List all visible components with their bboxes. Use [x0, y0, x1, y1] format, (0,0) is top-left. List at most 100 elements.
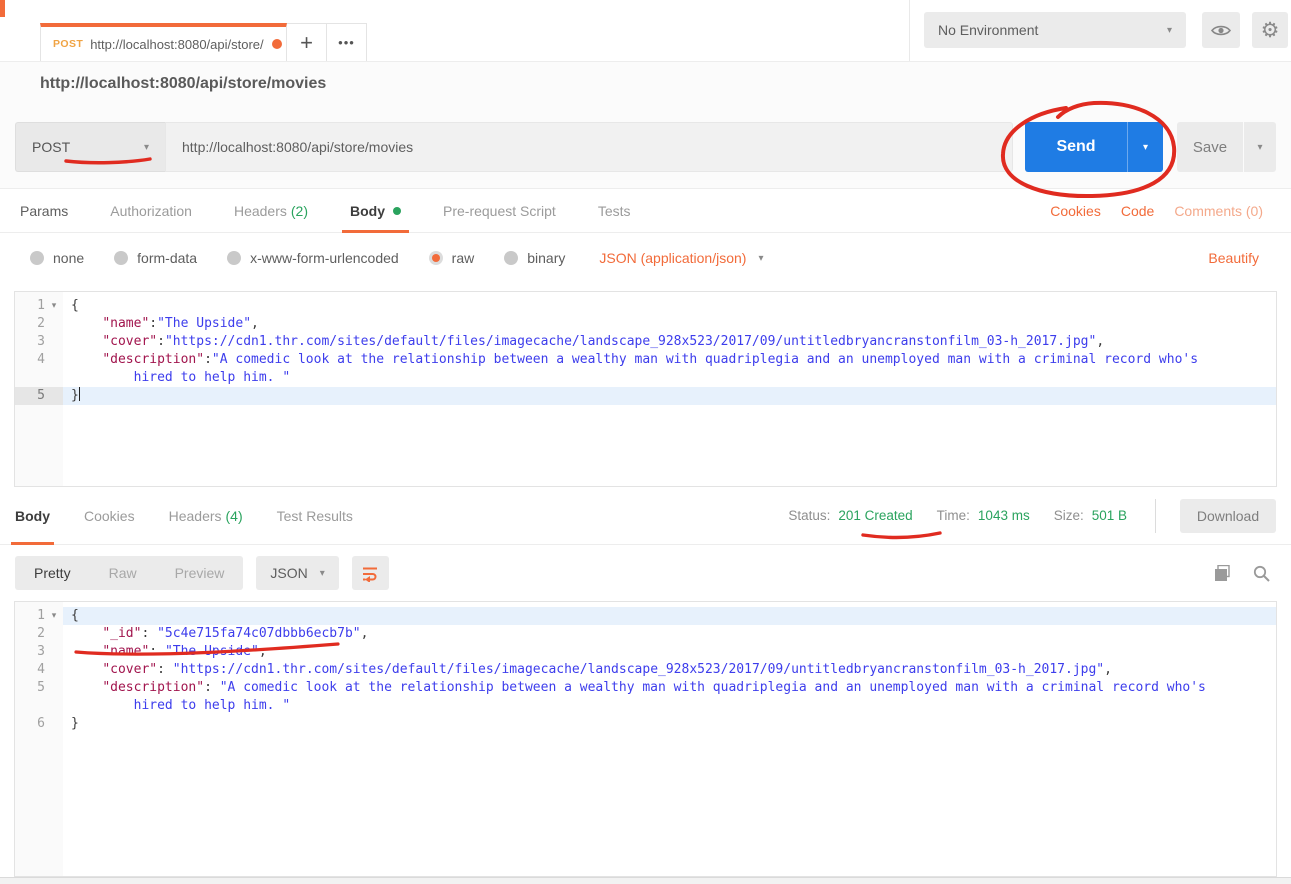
mode-x-www-form-urlencoded[interactable]: x-www-form-urlencoded [227, 250, 399, 266]
response-tab-body[interactable]: Body [15, 487, 50, 545]
mode-binary[interactable]: binary [504, 250, 565, 266]
eye-icon [1211, 24, 1231, 37]
body-mode-row: none form-data x-www-form-urlencoded raw… [0, 233, 1291, 283]
radio-selected-icon [429, 251, 443, 265]
body-indicator-dot [393, 207, 401, 215]
line-number-gutter: 4 [15, 661, 63, 679]
response-toolbar: Pretty Raw Preview JSON ▾ [0, 545, 1291, 601]
tab-url-label: http://localhost:8080/api/store/ [90, 37, 263, 52]
url-input[interactable] [165, 122, 1013, 172]
chevron-down-icon: ▾ [144, 142, 149, 153]
chevron-down-icon: ▾ [758, 253, 763, 264]
size-label: Size: [1054, 508, 1084, 523]
request-title: http://localhost:8080/api/store/movies [0, 62, 1291, 105]
request-tabs-row: Params Authorization Headers (2) Body Pr… [0, 189, 1291, 233]
code-line[interactable]: 3 "cover":"https://cdn1.thr.com/sites/de… [15, 333, 1276, 351]
code-line[interactable]: 2 "name":"The Upside", [15, 315, 1276, 333]
environment-quicklook-button[interactable] [1202, 12, 1240, 48]
environment-area: No Environment ▾ ⚙ [909, 0, 1291, 61]
chevron-down-icon: ▾ [1143, 142, 1148, 153]
tab-headers[interactable]: Headers (2) [234, 189, 308, 233]
content-type-select[interactable]: JSON (application/json) ▾ [599, 250, 763, 266]
request-tabstrip: POST http://localhost:8080/api/store/ + … [40, 23, 367, 61]
view-preview[interactable]: Preview [156, 556, 244, 590]
fold-caret-icon[interactable]: ▾ [45, 297, 63, 315]
url-builder-row: POST ▾ Send ▾ Save ▾ [0, 105, 1291, 189]
code-line[interactable]: 6} [15, 715, 1276, 733]
status-label: Status: [788, 508, 830, 523]
line-number-gutter: 2 [15, 315, 63, 333]
comments-link[interactable]: Comments (0) [1174, 203, 1263, 219]
download-button[interactable]: Download [1180, 499, 1276, 533]
code-link[interactable]: Code [1121, 203, 1154, 219]
open-request-tab[interactable]: POST http://localhost:8080/api/store/ [40, 23, 287, 61]
environment-selector[interactable]: No Environment ▾ [924, 12, 1186, 48]
beautify-link[interactable]: Beautify [1208, 250, 1259, 266]
response-tab-test-results[interactable]: Test Results [277, 487, 353, 545]
tab-pre-request-script[interactable]: Pre-request Script [443, 189, 556, 233]
response-headers-count-badge: (4) [226, 508, 243, 524]
line-number-gutter: 2 [15, 625, 63, 643]
mode-raw[interactable]: raw [429, 250, 475, 266]
cookies-link[interactable]: Cookies [1050, 203, 1101, 219]
environment-selector-label: No Environment [938, 22, 1038, 38]
method-select[interactable]: POST ▾ [15, 122, 165, 172]
code-line[interactable]: hired to help him. " [15, 697, 1276, 715]
mode-form-data[interactable]: form-data [114, 250, 197, 266]
search-icon [1253, 565, 1270, 582]
radio-icon [30, 251, 44, 265]
postman-window: POST http://localhost:8080/api/store/ + … [0, 0, 1291, 884]
line-number-gutter [15, 697, 63, 715]
sidebar-accent-sliver [0, 0, 5, 17]
tab-tests[interactable]: Tests [598, 189, 631, 233]
search-button[interactable] [1253, 565, 1270, 582]
time-label: Time: [937, 508, 970, 523]
divider [1155, 499, 1156, 533]
response-tab-headers[interactable]: Headers (4) [169, 487, 243, 545]
code-line[interactable]: 5 "description": "A comedic look at the … [15, 679, 1276, 697]
more-tabs-button[interactable]: ••• [327, 23, 367, 61]
copy-button[interactable] [1214, 565, 1231, 582]
line-number-gutter [15, 369, 63, 387]
line-number-gutter: 3 [15, 333, 63, 351]
response-body-editor[interactable]: 1▾{2 "_id": "5c4e715fa74c07dbbb6ecb7b",3… [14, 601, 1277, 877]
code-line[interactable]: hired to help him. " [15, 369, 1276, 387]
response-format-select[interactable]: JSON ▾ [256, 556, 338, 590]
response-actions [1214, 565, 1276, 582]
code-line[interactable]: 3 "name": "The Upside", [15, 643, 1276, 661]
settings-button[interactable]: ⚙ [1252, 12, 1288, 48]
code-line[interactable]: 1▾{ [15, 607, 1276, 625]
line-number-gutter: 5 [15, 679, 63, 697]
tab-body[interactable]: Body [350, 189, 401, 233]
code-line[interactable]: 4 "description":"A comedic look at the r… [15, 351, 1276, 369]
line-number-gutter: 3 [15, 643, 63, 661]
bottom-strip [0, 877, 1291, 884]
view-raw[interactable]: Raw [90, 556, 156, 590]
response-tab-cookies[interactable]: Cookies [84, 487, 135, 545]
line-number-gutter: 1▾ [15, 297, 63, 315]
save-button[interactable]: Save [1177, 122, 1243, 172]
gear-icon: ⚙ [1261, 20, 1280, 41]
code-line[interactable]: 1▾{ [15, 297, 1276, 315]
wrap-text-button[interactable] [352, 556, 389, 590]
code-line[interactable]: 5} [15, 387, 1276, 405]
time-value: 1043 ms [978, 508, 1030, 523]
mode-none[interactable]: none [30, 250, 84, 266]
radio-icon [227, 251, 241, 265]
response-header-row: Body Cookies Headers (4) Test Results St… [0, 487, 1291, 545]
chevron-down-icon: ▾ [1257, 142, 1262, 153]
code-line[interactable]: 4 "cover": "https://cdn1.thr.com/sites/d… [15, 661, 1276, 679]
request-body-editor[interactable]: 1▾{2 "name":"The Upside",3 "cover":"http… [14, 291, 1277, 487]
tab-authorization[interactable]: Authorization [110, 189, 192, 233]
method-select-value: POST [32, 139, 70, 155]
code-line[interactable]: 2 "_id": "5c4e715fa74c07dbbb6ecb7b", [15, 625, 1276, 643]
save-options-button[interactable]: ▾ [1243, 122, 1276, 172]
fold-caret-icon[interactable]: ▾ [45, 607, 63, 625]
send-button[interactable]: Send [1025, 122, 1127, 172]
line-number-gutter: 1▾ [15, 607, 63, 625]
view-pretty[interactable]: Pretty [15, 556, 90, 590]
tab-params[interactable]: Params [20, 189, 68, 233]
text-cursor [79, 387, 80, 401]
new-tab-button[interactable]: + [287, 23, 327, 61]
send-options-button[interactable]: ▾ [1127, 122, 1163, 172]
